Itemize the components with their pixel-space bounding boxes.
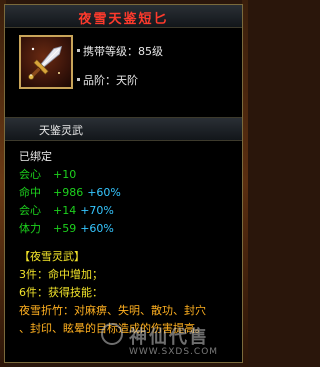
stat-label: 体力	[19, 222, 41, 235]
stat-row: 会心 +10	[19, 166, 80, 182]
set-bonus-tier6: 6件：获得技能：	[19, 286, 103, 299]
set-name-text: 天鉴灵武	[39, 124, 83, 137]
stat-label: 会心	[19, 204, 41, 217]
stat-label: 命中	[19, 186, 41, 199]
stat-value: +10	[53, 168, 77, 181]
grade-bullet	[77, 78, 80, 81]
watermark-url: WWW.SXDS.COM	[129, 347, 219, 357]
stat-value: +986	[53, 186, 84, 199]
grade-text: 品阶：天阶	[83, 74, 138, 87]
stat-value: +14	[53, 204, 77, 217]
bound-status: 已绑定	[19, 150, 52, 163]
stat-bonus: +60%	[87, 186, 121, 199]
stat-label: 会心	[19, 168, 41, 181]
watermark-logo-icon	[101, 323, 123, 345]
requirement-bullet	[77, 49, 80, 52]
stat-row: 体力 +59 +60%	[19, 220, 114, 236]
item-tooltip: 夜雪天鉴短匕 携带等级：85级 品阶：天阶 天鉴灵武 已绑定 会心 +10 命中 +…	[4, 4, 243, 363]
skill-description-line1: 夜雪折竹：对麻痹、失明、散功、封穴	[19, 304, 206, 317]
requirement-text: 携带等级：85级	[83, 45, 163, 58]
item-icon-frame[interactable]	[19, 35, 73, 89]
dagger-icon	[28, 45, 63, 80]
item-title: 夜雪天鉴短匕	[78, 12, 169, 27]
stat-bonus: +60%	[80, 222, 114, 235]
stat-row: 会心 +14 +70%	[19, 202, 114, 218]
stat-row: 命中 +986 +60%	[19, 184, 121, 200]
stat-value: +59	[53, 222, 77, 235]
watermark-text: 神仙代售	[129, 327, 209, 348]
set-bonus-tier3: 3件：命中增加；	[19, 268, 103, 281]
stat-bonus: +70%	[80, 204, 114, 217]
set-bonus-header: 【夜雪灵武】	[19, 250, 85, 263]
